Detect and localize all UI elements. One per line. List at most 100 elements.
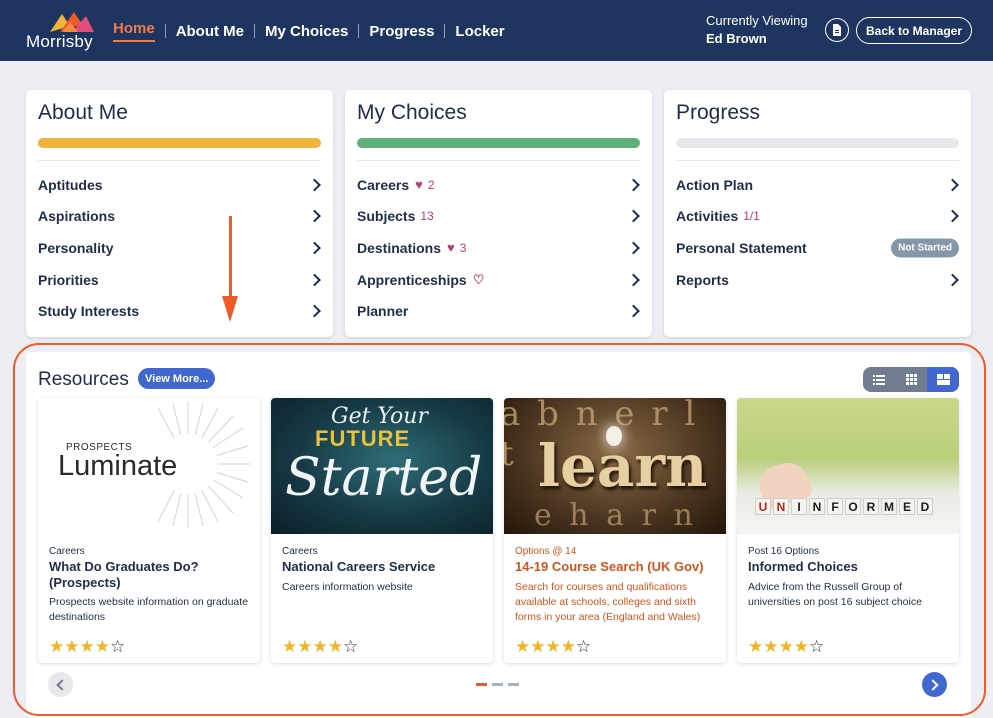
resource-title: 14-19 Course Search (UK Gov) <box>515 559 704 574</box>
my-choices-item-careers[interactable]: Careers ♥ 2 <box>357 169 640 201</box>
letter-block: I <box>791 498 807 515</box>
letter-block: N <box>773 498 789 515</box>
resource-card-informed-choices[interactable]: UNINFORMED Post 16 Options Informed Choi… <box>737 398 959 663</box>
chevron-right-icon <box>946 273 959 286</box>
star-filled-icon: ★ <box>778 637 794 656</box>
document-button[interactable] <box>825 18 849 42</box>
my-choices-title: My Choices <box>357 101 467 124</box>
heart-outline-icon: ♡ <box>472 271 485 287</box>
my-choices-progress-bar <box>357 138 640 148</box>
item-count: 2 <box>427 177 435 192</box>
scattered-letters: e h a r n <box>534 498 697 533</box>
carousel-prev-button[interactable] <box>48 672 73 697</box>
nav-about-me[interactable]: About Me <box>176 23 244 40</box>
document-icon <box>833 24 841 36</box>
resource-card-course-search[interactable]: a b n e r l t e h a r n learn Options @ … <box>504 398 726 663</box>
resource-description: Prospects website information on graduat… <box>49 596 249 623</box>
list-view-button[interactable] <box>863 367 895 392</box>
item-label: Subjects <box>357 208 416 225</box>
progress-card: Progress Action Plan Activities 1/1 Pers… <box>664 90 971 337</box>
progress-item-activities[interactable]: Activities 1/1 <box>676 201 959 233</box>
carousel-next-button[interactable] <box>922 672 947 697</box>
star-empty-icon: ☆ <box>809 637 825 656</box>
chevron-right-icon <box>627 304 640 318</box>
item-label: Planner <box>357 303 409 320</box>
annotation-arrow-shaft <box>229 216 232 300</box>
my-choices-progress-fill <box>357 138 640 148</box>
divider <box>676 160 959 161</box>
about-me-item-study-interests[interactable]: Study Interests <box>38 295 321 327</box>
chevron-right-icon <box>627 241 640 255</box>
resource-title: Informed Choices <box>748 559 858 574</box>
resource-card-national-careers[interactable]: Get Your FUTURE Started Careers National… <box>271 398 493 663</box>
resource-category: Careers <box>282 546 318 557</box>
nav-progress[interactable]: Progress <box>369 23 434 40</box>
progress-item-action-plan[interactable]: Action Plan <box>676 169 959 201</box>
carousel-dot[interactable] <box>476 683 487 686</box>
letter-block: E <box>899 498 915 515</box>
letter-block: O <box>845 498 861 515</box>
letter-block: D <box>917 498 933 515</box>
resource-image-informed: UNINFORMED <box>737 398 959 534</box>
star-filled-icon: ★ <box>530 637 546 656</box>
nav-separator <box>358 24 360 38</box>
star-filled-icon: ★ <box>282 637 298 656</box>
about-me-progress-bar <box>38 138 321 148</box>
about-me-item-priorities[interactable]: Priorities <box>38 264 321 296</box>
divider <box>357 160 640 161</box>
item-label: Destinations <box>357 239 442 256</box>
star-empty-icon: ☆ <box>343 637 359 656</box>
my-choices-item-planner[interactable]: Planner <box>357 295 640 327</box>
carousel-dot[interactable] <box>508 683 519 686</box>
star-rating: ★ ★ ★ ★ ☆ <box>282 637 358 657</box>
about-me-item-aptitudes[interactable]: Aptitudes <box>38 169 321 201</box>
about-me-item-personality[interactable]: Personality <box>38 232 321 264</box>
item-label: Careers <box>357 176 410 193</box>
my-choices-item-subjects[interactable]: Subjects 13 <box>357 201 640 233</box>
item-label: Personal Statement <box>676 239 807 256</box>
chevron-right-icon <box>927 678 939 691</box>
grid-view-button[interactable] <box>895 367 927 392</box>
currently-viewing: Currently Viewing Ed Brown <box>706 12 808 48</box>
top-navigation-bar: Morrisby Home About Me My Choices Progre… <box>0 0 993 61</box>
chevron-left-icon <box>56 678 68 691</box>
item-count: 1/1 <box>743 209 760 224</box>
nav-my-choices[interactable]: My Choices <box>265 23 348 40</box>
chevron-right-icon <box>308 273 321 286</box>
morrisby-logo[interactable]: Morrisby <box>26 10 96 52</box>
resource-card-prospects[interactable]: PROSPECTS Luminate Careers What Do Gradu… <box>38 398 260 663</box>
item-count: 13 <box>420 209 434 224</box>
back-to-manager-button[interactable]: Back to Manager <box>856 17 973 44</box>
item-label: Apprenticeships <box>357 271 467 288</box>
resource-description: Advice from the Russell Group of univers… <box>748 581 922 608</box>
chevron-right-icon <box>308 178 321 192</box>
item-label: Study Interests <box>38 303 140 320</box>
progress-title: Progress <box>676 101 761 124</box>
star-rating: ★ ★ ★ ★ ☆ <box>748 637 824 657</box>
letter-block: M <box>881 498 897 515</box>
progress-item-personal-statement[interactable]: Personal Statement Not Started <box>676 232 959 264</box>
chevron-right-icon <box>946 210 959 223</box>
my-choices-item-apprenticeships[interactable]: Apprenticeships ♡ <box>357 264 640 296</box>
progress-item-reports[interactable]: Reports <box>676 264 959 296</box>
item-label: Personality <box>38 239 114 256</box>
chevron-right-icon <box>308 304 321 318</box>
resource-image-chalkboard: Get Your FUTURE Started <box>271 398 493 534</box>
nav-locker[interactable]: Locker <box>455 23 504 40</box>
my-choices-item-destinations[interactable]: Destinations ♥ 3 <box>357 232 640 264</box>
carousel-dot[interactable] <box>492 683 503 686</box>
star-filled-icon: ★ <box>79 637 95 656</box>
chevron-right-icon <box>946 178 959 192</box>
star-rating: ★ ★ ★ ★ ☆ <box>515 637 591 657</box>
about-me-item-aspirations[interactable]: Aspirations <box>38 201 321 233</box>
chevron-right-icon <box>627 178 640 192</box>
nav-separator <box>444 24 446 38</box>
chevron-right-icon <box>627 273 640 286</box>
view-more-button[interactable]: View More... <box>138 368 216 389</box>
card-view-button[interactable] <box>927 367 959 392</box>
nav-separator <box>254 24 256 38</box>
nav-home[interactable]: Home <box>113 20 155 42</box>
logo-text: Morrisby <box>26 32 93 51</box>
star-empty-icon: ☆ <box>110 637 126 656</box>
star-filled-icon: ★ <box>64 637 80 656</box>
